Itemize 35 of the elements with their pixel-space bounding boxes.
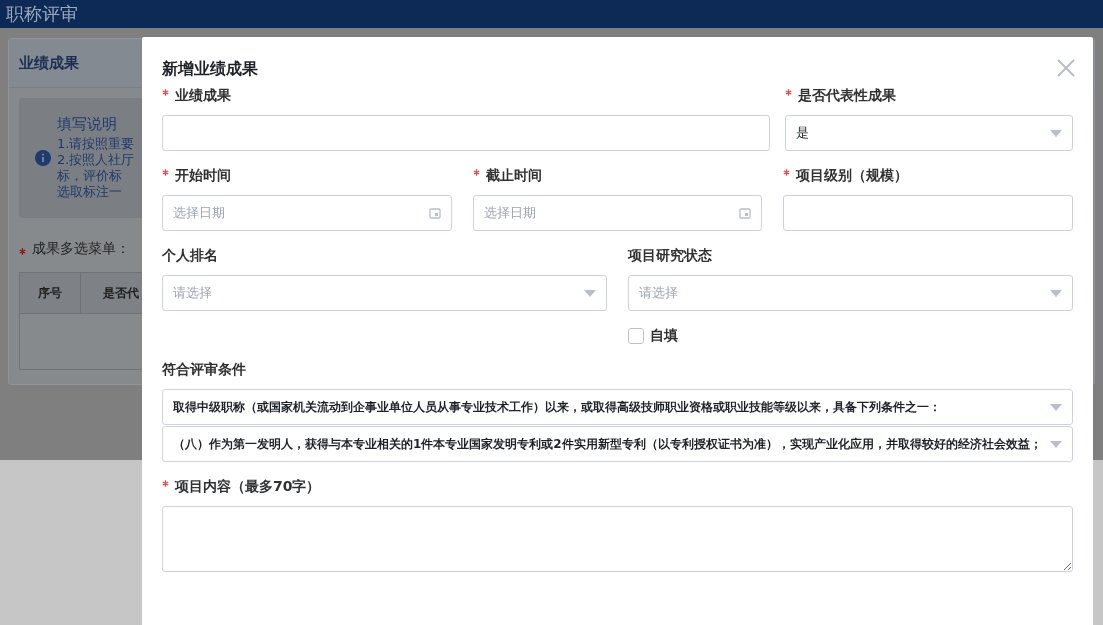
checkbox[interactable]: [628, 328, 644, 344]
field-label: 是否代表性成果: [798, 86, 896, 105]
dropdown-field[interactable]: （八）作为第一发明人，获得与本专业相关的1件本专业国家发明专利或2件实用新型专利（以专利授权证书为准），实现产业化应用，并取得较好的经济社会效益；: [162, 426, 1073, 462]
field-label: 成果多选菜单：: [32, 240, 130, 258]
field-label: 项目研究状态: [628, 246, 712, 265]
notice-title: 填写说明: [57, 116, 118, 132]
notice-text: 标，评价标: [57, 168, 123, 184]
calendar-icon: [428, 207, 441, 219]
text-field[interactable]: [162, 115, 770, 151]
calendar-icon: [739, 207, 752, 219]
caret-icon: [1050, 403, 1062, 411]
notice-text: 1.请按照重要: [57, 136, 135, 152]
column-header: 是否代: [102, 284, 140, 302]
checkbox-label[interactable]: 自填: [650, 327, 678, 345]
dialog-title: 新增业绩成果: [162, 58, 258, 80]
close-icon[interactable]: [1057, 59, 1075, 77]
caret-icon: [1050, 289, 1062, 297]
notice-text: 2.按照人社厅: [57, 152, 135, 168]
field-label: 个人排名: [162, 246, 218, 265]
field-label: 项目级别（规模）: [796, 166, 909, 185]
field-label: 业绩成果: [175, 86, 231, 105]
caret-icon: [584, 289, 596, 297]
field-label: 项目内容（最多70字）: [175, 477, 321, 496]
app-title: 职称评审: [0, 0, 1103, 28]
caret-icon: [1050, 440, 1062, 448]
field-label: 符合评审条件: [162, 360, 246, 379]
text-field[interactable]: [783, 195, 1073, 231]
caret-icon: [1050, 129, 1062, 137]
dropdown-field[interactable]: 取得中级职称（或国家机关流动到企事业单位人员从事专业技术工作）以来，或取得高级技师职业资格或职业技能等级以来，具备下列条件之一：: [162, 389, 1073, 425]
field-label: 截止时间: [485, 166, 542, 185]
field-label: 开始时间: [175, 166, 231, 185]
dropdown-field[interactable]: 是: [785, 115, 1073, 151]
info-icon: [35, 150, 51, 166]
text-area[interactable]: [162, 506, 1073, 572]
column-header: 序号: [20, 273, 81, 313]
